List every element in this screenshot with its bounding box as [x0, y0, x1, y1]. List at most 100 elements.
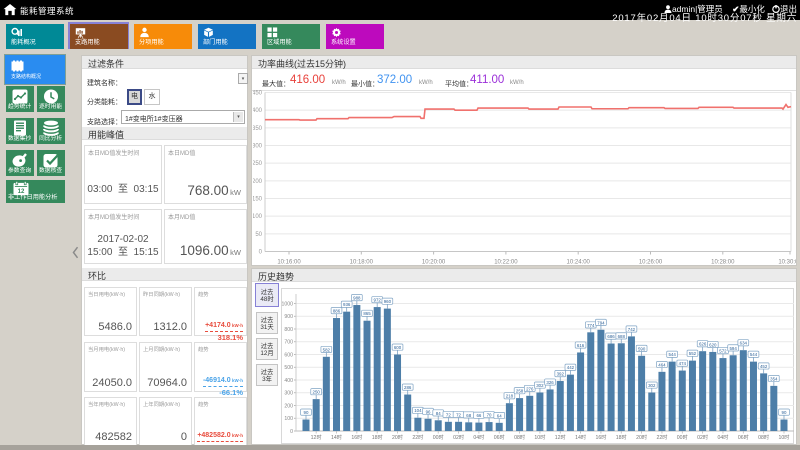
svg-text:14时: 14时 [575, 433, 586, 441]
svg-text:500: 500 [284, 365, 293, 371]
svg-text:50: 50 [255, 232, 262, 238]
svg-text:350: 350 [253, 126, 263, 132]
svg-text:452: 452 [760, 364, 768, 369]
svg-text:400: 400 [253, 108, 263, 114]
svg-text:10:24:00: 10:24:00 [567, 260, 591, 266]
svg-text:12时: 12时 [555, 433, 566, 441]
svg-text:544: 544 [750, 352, 758, 357]
svg-text:572: 572 [719, 349, 727, 354]
svg-text:972: 972 [374, 298, 382, 303]
svg-text:70: 70 [487, 413, 492, 418]
svg-text:22时: 22时 [412, 433, 423, 441]
svg-text:800: 800 [284, 327, 293, 333]
svg-text:250: 250 [313, 390, 321, 395]
svg-text:10时: 10时 [534, 433, 545, 441]
svg-text:02时: 02时 [453, 433, 464, 441]
svg-text:90: 90 [782, 410, 787, 415]
svg-text:20时: 20时 [392, 433, 403, 441]
svg-text:14时: 14时 [331, 433, 342, 441]
svg-text:100: 100 [284, 416, 293, 422]
svg-text:04时: 04时 [717, 433, 728, 441]
svg-text:552: 552 [689, 351, 697, 356]
svg-text:960: 960 [384, 299, 392, 304]
svg-text:354: 354 [770, 376, 778, 381]
svg-text:12时: 12时 [311, 433, 322, 441]
svg-text:0: 0 [259, 250, 263, 256]
svg-text:700: 700 [284, 340, 293, 346]
svg-text:0: 0 [290, 429, 293, 435]
svg-text:634: 634 [740, 341, 748, 346]
svg-text:06时: 06时 [738, 433, 749, 441]
svg-text:218: 218 [506, 394, 514, 399]
svg-text:06时: 06时 [494, 433, 505, 441]
svg-text:10:22:00: 10:22:00 [494, 260, 518, 266]
svg-text:08时: 08时 [514, 433, 525, 441]
svg-text:300: 300 [253, 144, 263, 150]
svg-text:400: 400 [284, 378, 293, 384]
svg-text:616: 616 [577, 343, 585, 348]
svg-text:100: 100 [253, 214, 263, 220]
svg-text:258: 258 [516, 389, 524, 394]
svg-text:18时: 18时 [372, 433, 383, 441]
svg-text:10:28:00: 10:28:00 [711, 260, 735, 266]
svg-text:442: 442 [567, 365, 575, 370]
svg-text:18时: 18时 [616, 433, 627, 441]
svg-text:200: 200 [284, 403, 293, 409]
svg-text:02时: 02时 [697, 433, 708, 441]
svg-text:450: 450 [253, 91, 263, 97]
svg-text:16时: 16时 [595, 433, 606, 441]
svg-text:900: 900 [284, 314, 293, 320]
svg-text:686: 686 [607, 334, 615, 339]
svg-text:620: 620 [709, 342, 717, 347]
svg-text:688: 688 [618, 334, 626, 339]
svg-text:84: 84 [436, 411, 441, 416]
svg-text:10:26:00: 10:26:00 [639, 260, 663, 266]
svg-text:72: 72 [456, 412, 461, 417]
svg-text:10:18:00: 10:18:00 [350, 260, 374, 266]
svg-text:794: 794 [597, 320, 605, 325]
svg-text:474: 474 [679, 361, 687, 366]
svg-text:742: 742 [628, 327, 636, 332]
svg-text:96: 96 [426, 409, 431, 414]
svg-text:1000: 1000 [281, 301, 293, 307]
svg-text:774: 774 [587, 323, 595, 328]
svg-text:00时: 00时 [433, 433, 444, 441]
svg-text:10:16:00: 10:16:00 [277, 260, 301, 266]
svg-text:988: 988 [353, 296, 361, 301]
svg-text:936: 936 [343, 302, 351, 307]
svg-text:590: 590 [638, 346, 646, 351]
svg-text:10时: 10时 [779, 433, 790, 441]
svg-text:392: 392 [557, 372, 565, 377]
svg-text:594: 594 [729, 346, 737, 351]
svg-text:64: 64 [497, 413, 502, 418]
svg-text:464: 464 [658, 362, 666, 367]
svg-text:10:20:00: 10:20:00 [422, 260, 446, 266]
svg-text:582: 582 [323, 347, 331, 352]
svg-text:865: 865 [363, 311, 371, 316]
svg-text:10:30:00: 10:30:00 [778, 260, 796, 266]
svg-text:20时: 20时 [636, 433, 647, 441]
svg-text:68: 68 [466, 413, 471, 418]
svg-text:886: 886 [333, 309, 341, 314]
svg-text:72: 72 [446, 412, 451, 417]
svg-text:16时: 16时 [351, 433, 362, 441]
svg-text:08时: 08时 [758, 433, 769, 441]
svg-text:22时: 22时 [656, 433, 667, 441]
svg-text:150: 150 [253, 197, 263, 203]
svg-text:302: 302 [648, 383, 656, 388]
svg-text:104: 104 [414, 408, 422, 413]
svg-text:326: 326 [546, 380, 554, 385]
svg-text:90: 90 [304, 410, 309, 415]
svg-text:544: 544 [668, 352, 676, 357]
svg-text:250: 250 [253, 161, 263, 167]
svg-text:600: 600 [284, 352, 293, 358]
svg-text:286: 286 [404, 385, 412, 390]
svg-text:276: 276 [526, 386, 534, 391]
svg-text:626: 626 [699, 342, 707, 347]
svg-text:200: 200 [253, 179, 263, 185]
svg-text:66: 66 [476, 413, 481, 418]
svg-text:302: 302 [536, 383, 544, 388]
svg-text:04时: 04时 [473, 433, 484, 441]
svg-text:00时: 00时 [677, 433, 688, 441]
svg-text:600: 600 [394, 345, 402, 350]
